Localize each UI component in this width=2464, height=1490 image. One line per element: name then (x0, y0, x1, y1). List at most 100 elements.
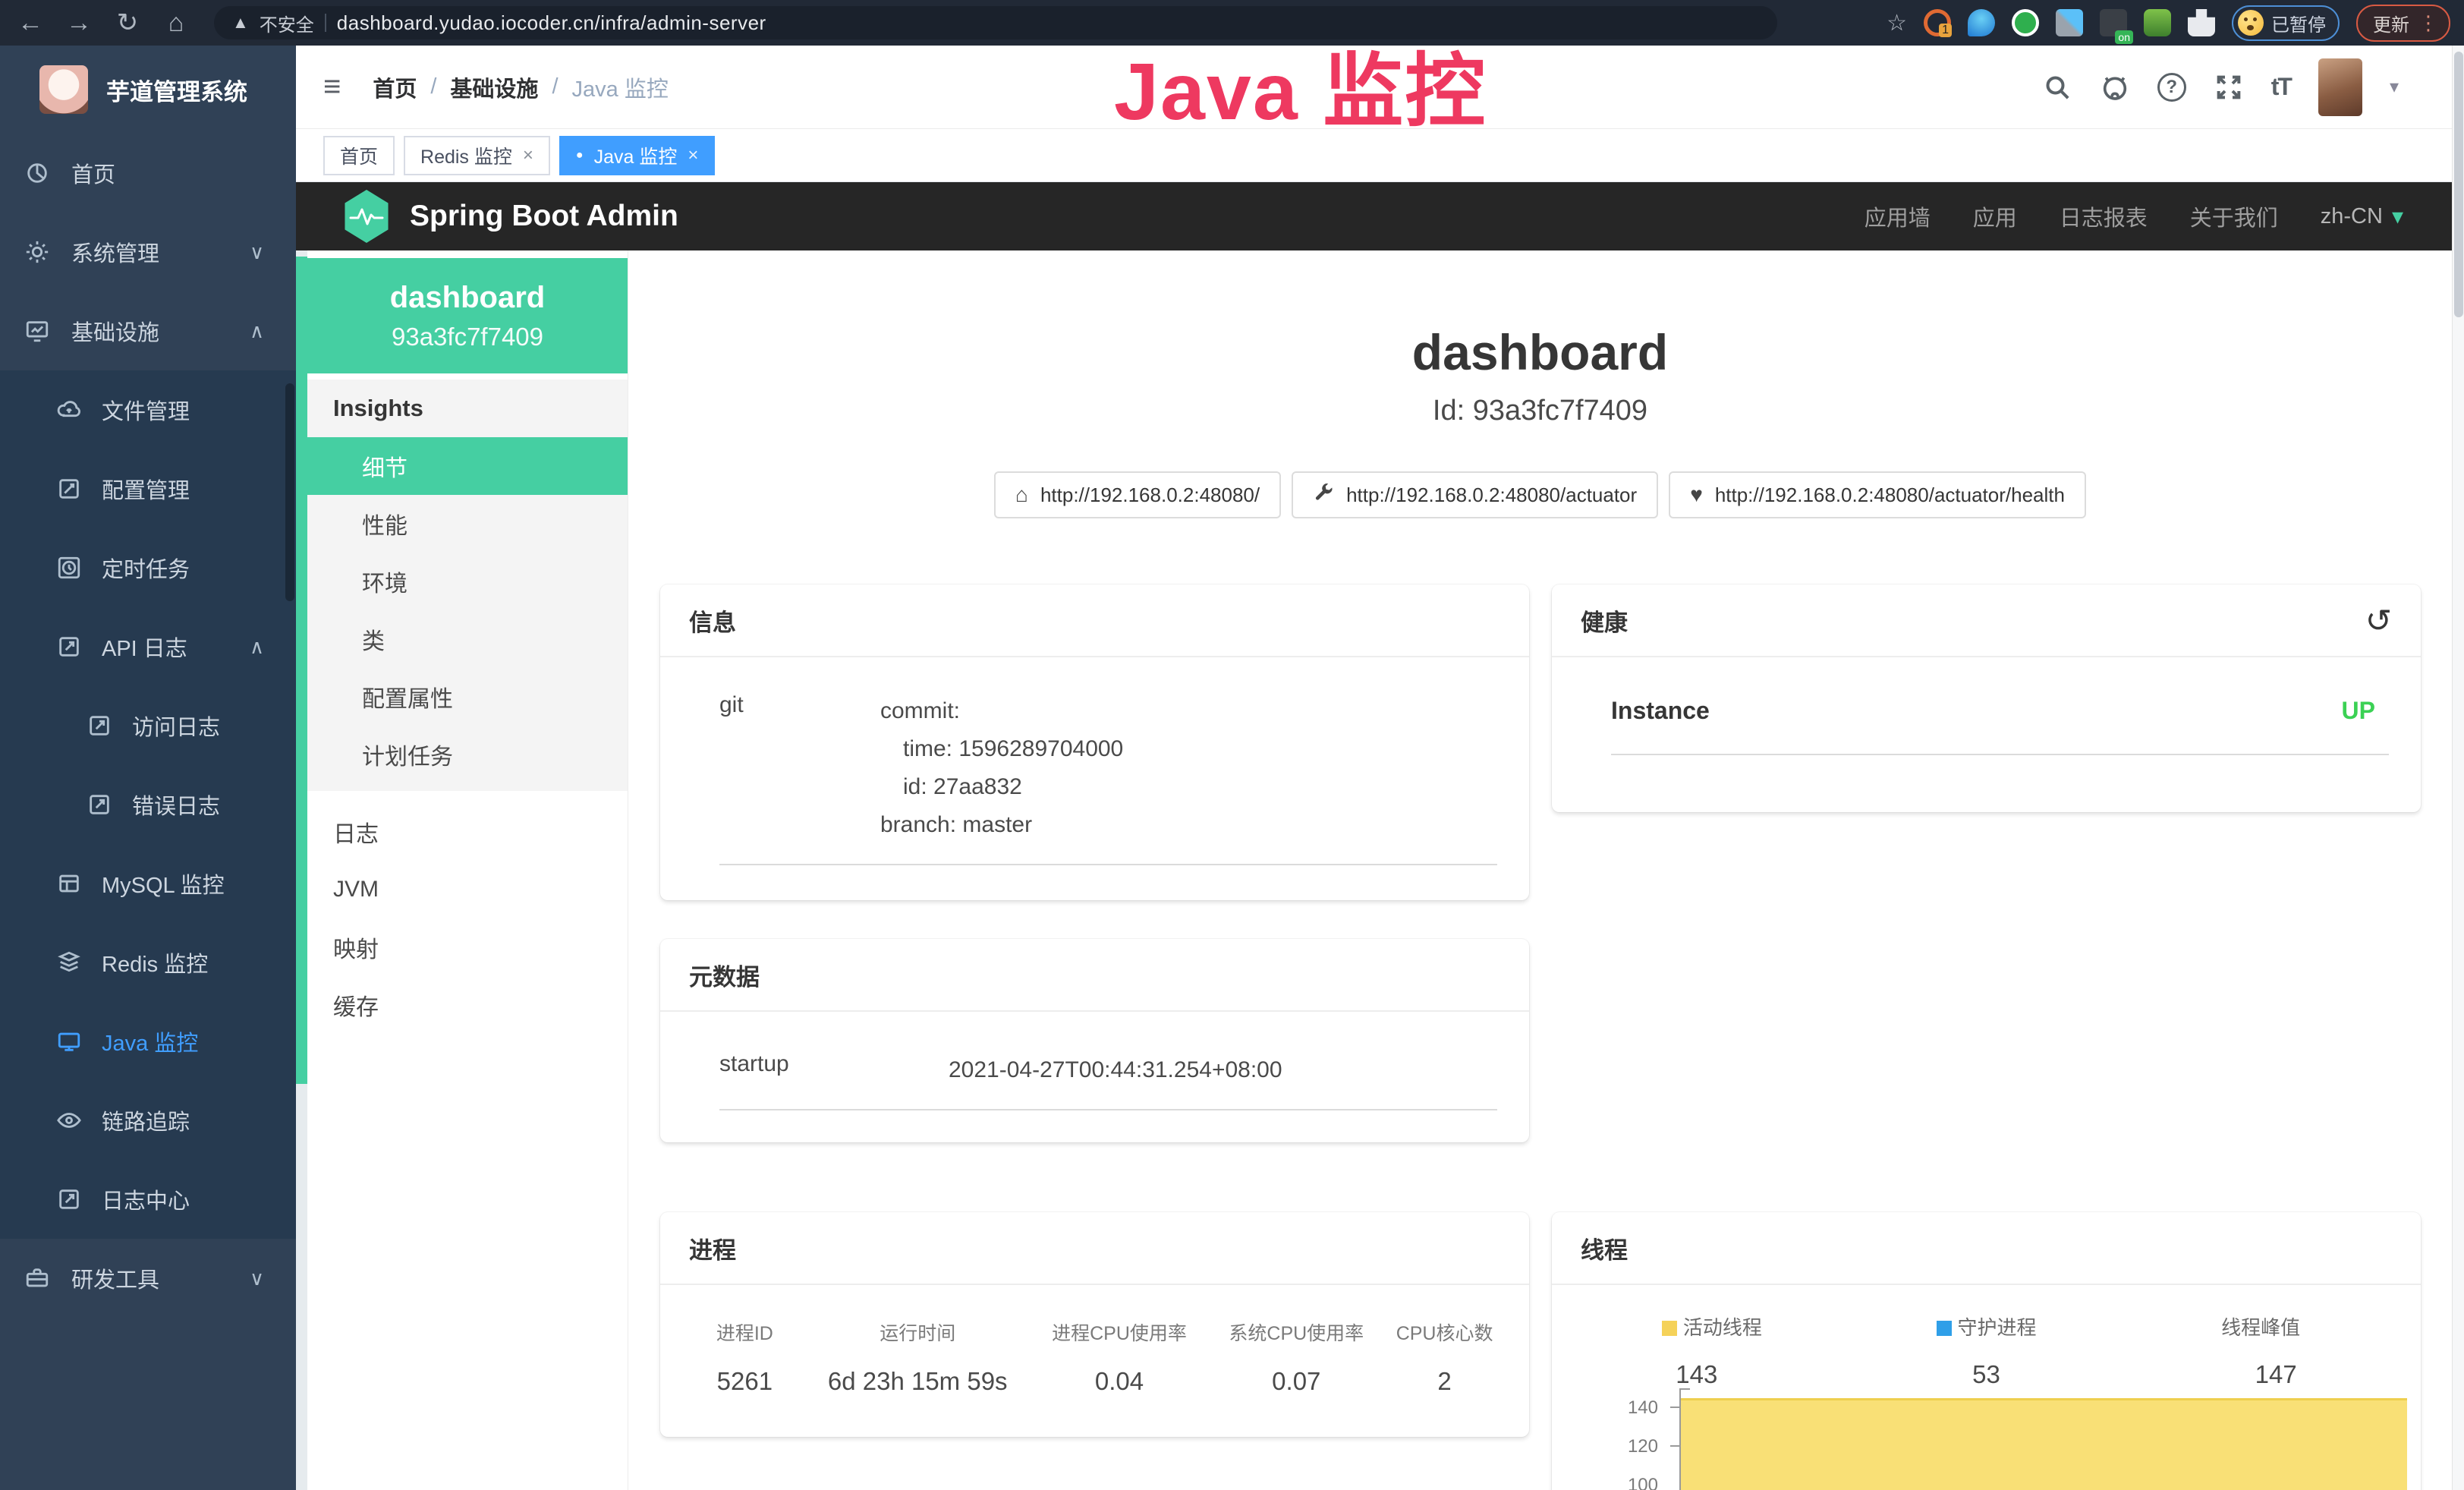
sba-nav-applications[interactable]: 应用 (1973, 200, 2017, 232)
breadcrumb-home[interactable]: 首页 (373, 71, 417, 103)
sba-nav-wallboard[interactable]: 应用墙 (1865, 200, 1931, 232)
chevron-down-icon: ∨ (250, 1267, 264, 1290)
sidebar-item-files[interactable]: 文件管理 (0, 370, 296, 449)
page-scrollbar-thumb[interactable] (2454, 52, 2463, 317)
wrench-icon (1313, 482, 1334, 509)
sba-item-scheduled-tasks[interactable]: 计划任务 (307, 726, 628, 783)
extension-icon-grid[interactable] (2056, 9, 2083, 36)
sidebar-item-mysql[interactable]: MySQL 监控 (0, 844, 296, 923)
search-icon[interactable] (2042, 72, 2072, 102)
endpoint-actuator-button[interactable]: http://192.168.0.2:48080/actuator (1292, 471, 1658, 518)
sidebar-item-label: 系统管理 (71, 236, 159, 268)
extensions-puzzle-icon[interactable] (2188, 9, 2215, 36)
extension-icon-leaf[interactable] (2144, 9, 2171, 36)
profile-avatar-emoji (2238, 10, 2264, 36)
endpoint-home-button[interactable]: ⌂ http://192.168.0.2:48080/ (994, 471, 1281, 518)
github-icon[interactable] (2100, 72, 2130, 102)
font-size-icon[interactable]: tT (2271, 73, 2291, 101)
page-scrollbar-track[interactable] (2452, 46, 2464, 1490)
history-icon[interactable]: ↺ (2365, 602, 2392, 639)
sba-item-environment[interactable]: 环境 (307, 553, 628, 610)
app-logo-avatar (39, 65, 88, 114)
url-text[interactable]: dashboard.yudao.iocoder.cn/infra/admin-s… (337, 11, 766, 35)
browser-home-icon[interactable]: ⌂ (159, 10, 193, 36)
sidebar-item-access-log[interactable]: 访问日志 (0, 686, 296, 765)
card-title: 线程 (1581, 1231, 1628, 1265)
fullscreen-icon[interactable] (2214, 72, 2244, 102)
bookmark-star-icon[interactable]: ☆ (1887, 10, 1907, 36)
back-icon[interactable]: ← (14, 10, 47, 36)
sidebar-item-config[interactable]: 配置管理 (0, 449, 296, 528)
reload-icon[interactable]: ↻ (111, 10, 144, 36)
sba-locale-select[interactable]: zh-CN ▾ (2321, 203, 2403, 230)
breadcrumb-infra[interactable]: 基础设施 (450, 71, 538, 103)
sidebar-item-label: Java 监控 (102, 1025, 198, 1057)
threads-chart: 140 120 100 (1552, 1388, 2421, 1490)
y-tickmark (1670, 1445, 1679, 1447)
close-icon[interactable]: × (688, 145, 698, 166)
legend-label: 守护进程 (1958, 1316, 2037, 1339)
sba-item-caches[interactable]: 缓存 (307, 976, 628, 1034)
sba-item-logs[interactable]: 日志 (307, 803, 628, 861)
legend-live-threads: 活动线程 (1575, 1312, 1849, 1340)
dashboard-icon (24, 160, 50, 186)
tab-label: Java 监控 (594, 142, 678, 169)
sba-nav-about[interactable]: 关于我们 (2190, 200, 2278, 232)
insecure-warning-icon: ▲ (232, 13, 249, 33)
address-bar[interactable]: ▲ 不安全 dashboard.yudao.iocoder.cn/infra/a… (214, 6, 1777, 39)
tab-redis-monitor[interactable]: Redis 监控 × (404, 136, 550, 175)
sidebar-item-jobs[interactable]: 定时任务 (0, 528, 296, 607)
sba-scrollbar-thumb[interactable] (296, 257, 307, 1084)
endpoint-health-button[interactable]: ♥ http://192.168.0.2:48080/actuator/heal… (1669, 471, 2086, 518)
sba-insights-section: Insights 细节 性能 环境 类 配置属性 计划任务 (307, 380, 628, 791)
sba-item-config-props[interactable]: 配置属性 (307, 668, 628, 726)
profile-paused-pill[interactable]: 已暂停 (2232, 5, 2340, 41)
extension-icon-pin[interactable] (1968, 9, 1995, 36)
hamburger-icon[interactable]: ≡ (323, 70, 341, 104)
active-dot-icon: ● (576, 149, 584, 162)
extension-icon-proxy[interactable]: on (2100, 9, 2127, 36)
info-key: git (691, 692, 880, 844)
sba-scrollbar-track[interactable] (296, 250, 307, 1490)
sidebar-scrollbar-thumb[interactable] (285, 383, 294, 601)
close-icon[interactable]: × (523, 145, 533, 166)
sba-item-mappings[interactable]: 映射 (307, 918, 628, 976)
sba-item-jvm[interactable]: JVM (307, 861, 628, 918)
legend-label: 线程峰值 (2221, 1316, 2300, 1339)
browser-menu-kebab-icon[interactable]: ⋮ (2418, 11, 2438, 35)
sidebar-item-tracing[interactable]: 链路追踪 (0, 1081, 296, 1160)
sidebar-item-api-log[interactable]: API 日志 ∧ (0, 607, 296, 686)
sba-item-details[interactable]: 细节 (307, 437, 628, 495)
row-divider (1611, 754, 2389, 755)
sba-brand[interactable]: Spring Boot Admin (343, 190, 678, 243)
sidebar-item-dev-tools[interactable]: 研发工具 ∨ (0, 1239, 296, 1318)
user-avatar[interactable] (2318, 58, 2362, 116)
endpoint-buttons: ⌂ http://192.168.0.2:48080/ http://192.1… (628, 471, 2452, 518)
sba-nav-journal[interactable]: 日志报表 (2060, 200, 2148, 232)
help-icon[interactable]: ? (2157, 73, 2186, 102)
sidebar-item-java-monitor[interactable]: Java 监控 (0, 1002, 296, 1081)
row-divider (719, 864, 1497, 865)
app-logo-row[interactable]: 芋道管理系统 (0, 46, 296, 134)
column-header: 进程CPU使用率 (1029, 1318, 1210, 1346)
sba-item-classes[interactable]: 类 (307, 610, 628, 668)
tab-java-monitor[interactable]: ● Java 监控 × (559, 136, 715, 175)
row-divider (719, 1109, 1497, 1110)
sba-item-metrics[interactable]: 性能 (307, 495, 628, 553)
sidebar-item-home[interactable]: 首页 (0, 134, 296, 213)
sidebar-item-redis[interactable]: Redis 监控 (0, 923, 296, 1002)
insights-section-title: Insights (307, 380, 628, 437)
sidebar-item-label: MySQL 监控 (102, 868, 225, 899)
extension-icon-orange[interactable]: 1 (1924, 9, 1951, 36)
sba-instance-header[interactable]: dashboard 93a3fc7f7409 (307, 258, 628, 373)
sidebar-item-log-center[interactable]: 日志中心 (0, 1160, 296, 1239)
security-label[interactable]: 不安全 (260, 10, 314, 36)
extension-icon-green-circle[interactable] (2012, 9, 2039, 36)
browser-update-button[interactable]: 更新 ⋮ (2356, 5, 2450, 42)
sidebar-item-infra[interactable]: 基础设施 ∧ (0, 291, 296, 370)
user-menu-caret-icon[interactable]: ▾ (2390, 76, 2399, 98)
sidebar-item-error-log[interactable]: 错误日志 (0, 765, 296, 844)
forward-icon[interactable]: → (62, 10, 96, 36)
sidebar-item-system[interactable]: 系统管理 ∨ (0, 213, 296, 291)
tab-home[interactable]: 首页 (323, 136, 395, 175)
